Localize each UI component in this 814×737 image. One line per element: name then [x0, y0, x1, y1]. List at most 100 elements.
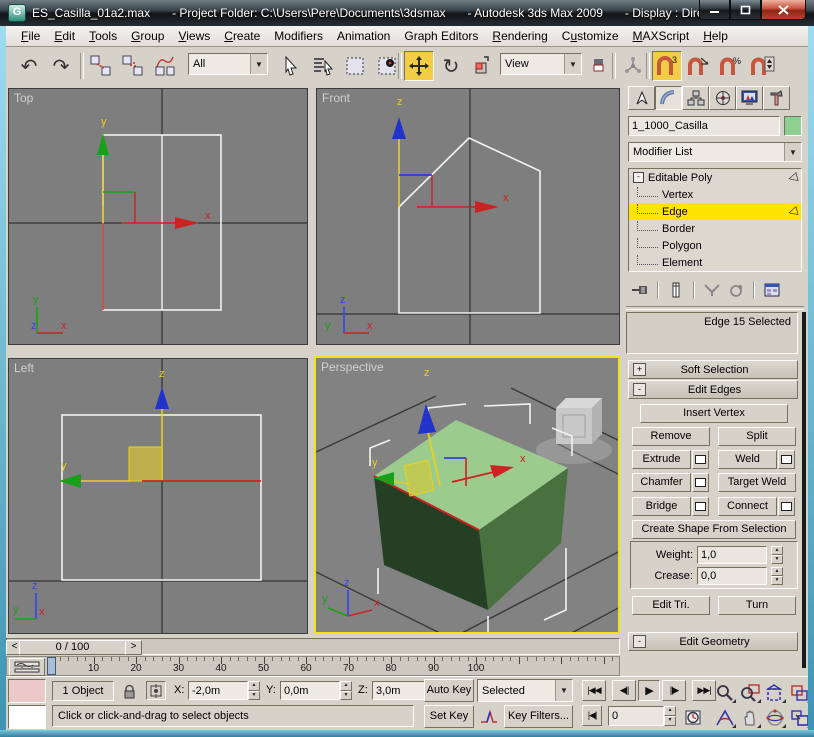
- viewport-top[interactable]: Top y x y z x: [8, 88, 308, 345]
- x-coord-field[interactable]: [188, 681, 248, 700]
- modifier-list-dropdown[interactable]: Modifier List ▼: [628, 142, 802, 162]
- stack-item-polygon[interactable]: Polygon: [629, 237, 801, 254]
- menu-graph-editors[interactable]: Graph Editors: [397, 27, 485, 45]
- stack-item-edge[interactable]: Edge ◁: [629, 203, 801, 220]
- configure-modifier-sets-icon[interactable]: [760, 280, 784, 300]
- remove-modifier-icon[interactable]: [724, 280, 748, 300]
- weld-button[interactable]: Weld: [718, 450, 777, 469]
- maxscript-mini-listener-macro[interactable]: [8, 679, 46, 703]
- time-slider-handle[interactable]: 0 / 100: [19, 640, 126, 655]
- stack-item-element[interactable]: Element: [629, 254, 801, 271]
- viewport-front-label[interactable]: Front: [322, 91, 350, 105]
- crease-field[interactable]: [697, 567, 767, 585]
- pan-view-button[interactable]: [737, 705, 763, 730]
- rollout-collapse-icon[interactable]: -: [633, 635, 646, 648]
- target-weld-button[interactable]: Target Weld: [718, 473, 796, 492]
- remove-button[interactable]: Remove: [632, 427, 710, 446]
- time-slider[interactable]: < 0 / 100 >: [6, 638, 620, 655]
- select-object-button[interactable]: [276, 51, 306, 81]
- absolute-offset-mode-toggle[interactable]: [146, 681, 166, 700]
- menu-customize[interactable]: Customize: [555, 27, 626, 45]
- tab-display[interactable]: [736, 86, 763, 110]
- previous-frame-button[interactable]: ◀||: [612, 680, 636, 701]
- weight-field[interactable]: [697, 546, 767, 564]
- auto-key-button[interactable]: Auto Key: [424, 679, 474, 702]
- arc-rotate-button[interactable]: [762, 705, 788, 730]
- select-and-rotate-button[interactable]: ↻: [436, 51, 466, 81]
- menu-modifiers[interactable]: Modifiers: [267, 27, 330, 45]
- bridge-settings-button[interactable]: [692, 497, 709, 516]
- menu-create[interactable]: Create: [217, 27, 267, 45]
- field-of-view-button[interactable]: [712, 705, 738, 730]
- crease-spinner[interactable]: ▲ ▼: [771, 567, 783, 585]
- menu-help[interactable]: Help: [696, 27, 735, 45]
- maximize-button[interactable]: [730, 0, 761, 20]
- animation-selection-dropdown[interactable]: Selected ▼: [477, 679, 573, 702]
- menu-edit[interactable]: Edit: [47, 27, 82, 45]
- select-and-move-button[interactable]: [404, 51, 434, 81]
- make-unique-icon[interactable]: [700, 280, 724, 300]
- play-button[interactable]: ▶: [638, 680, 660, 701]
- x-coord-spinner[interactable]: ▲ ▼: [248, 681, 260, 700]
- tab-utilities[interactable]: [763, 86, 790, 110]
- menu-file[interactable]: File: [14, 27, 47, 45]
- weld-settings-button[interactable]: [778, 450, 795, 469]
- tab-modify[interactable]: [655, 86, 682, 110]
- extrude-button[interactable]: Extrude: [632, 450, 691, 469]
- viewport-top-label[interactable]: Top: [14, 91, 33, 105]
- track-bar[interactable]: 0102030405060708090100: [6, 656, 620, 676]
- panel-scrollbar[interactable]: [802, 312, 806, 668]
- menu-tools[interactable]: Tools: [82, 27, 124, 45]
- reference-coordinate-system-dropdown[interactable]: View ▼: [500, 53, 582, 75]
- selection-filter-dropdown[interactable]: All ▼: [188, 53, 268, 75]
- y-coord-spinner[interactable]: ▲ ▼: [340, 681, 352, 700]
- menu-maxscript[interactable]: MAXScript: [626, 27, 697, 45]
- extrude-settings-button[interactable]: [692, 450, 709, 469]
- current-frame-field[interactable]: [608, 706, 664, 726]
- rollout-expand-icon[interactable]: +: [633, 363, 646, 376]
- rollout-collapse-icon[interactable]: -: [633, 383, 646, 396]
- snaps-toggle-3d-button[interactable]: 3: [652, 51, 682, 81]
- zoom-all-button[interactable]: [737, 680, 763, 705]
- viewport-left-label[interactable]: Left: [14, 361, 34, 375]
- rollout-edit-geometry[interactable]: - Edit Geometry: [628, 632, 798, 651]
- next-frame-arrow[interactable]: >: [125, 640, 142, 655]
- select-and-manipulate-button[interactable]: [618, 51, 648, 81]
- connect-settings-button[interactable]: [778, 497, 795, 516]
- set-key-button[interactable]: Set Key: [424, 705, 474, 728]
- viewport-perspective[interactable]: Perspective z x y z x y: [314, 356, 620, 634]
- percent-snap-toggle-button[interactable]: %: [716, 51, 746, 81]
- select-and-scale-button[interactable]: [468, 51, 498, 81]
- viewport-perspective-label[interactable]: Perspective: [321, 360, 384, 374]
- stack-item-vertex[interactable]: Vertex: [629, 186, 801, 203]
- key-mode-toggle-button[interactable]: |◀|: [582, 705, 602, 726]
- object-name-field[interactable]: [628, 116, 780, 136]
- weight-spinner[interactable]: ▲ ▼: [771, 546, 783, 564]
- chamfer-settings-button[interactable]: [692, 473, 709, 492]
- close-button[interactable]: [761, 0, 806, 20]
- rollout-edit-edges[interactable]: - Edit Edges: [628, 380, 798, 399]
- stack-item-border[interactable]: Border: [629, 220, 801, 237]
- title-bar[interactable]: G ES_Casilla_01a2.max - Project Folder: …: [0, 0, 814, 26]
- frame-spinner[interactable]: ▲ ▼: [664, 706, 676, 726]
- redo-button[interactable]: ↷: [46, 51, 76, 81]
- menu-views[interactable]: Views: [171, 27, 217, 45]
- selection-lock-toggle[interactable]: [120, 682, 138, 700]
- chamfer-button[interactable]: Chamfer: [632, 473, 691, 492]
- open-mini-curve-editor-button[interactable]: [9, 658, 45, 676]
- key-filters-button[interactable]: Key Filters...: [504, 705, 573, 728]
- select-by-name-button[interactable]: [308, 51, 338, 81]
- object-color-swatch[interactable]: [784, 116, 802, 136]
- connect-button[interactable]: Connect: [718, 497, 777, 516]
- rollout-soft-selection[interactable]: + Soft Selection: [628, 360, 798, 379]
- zoom-extents-button[interactable]: [762, 680, 788, 705]
- unlink-selection-button[interactable]: [118, 51, 148, 81]
- stack-expander-icon[interactable]: -: [633, 172, 644, 183]
- pin-stack-icon[interactable]: [628, 280, 652, 300]
- spinner-snap-toggle-button[interactable]: [748, 51, 778, 81]
- default-tangent-icon[interactable]: [477, 705, 501, 728]
- rectangular-selection-region-button[interactable]: [340, 51, 370, 81]
- bind-to-space-warp-button[interactable]: [150, 51, 180, 81]
- tab-create[interactable]: [628, 86, 655, 110]
- create-shape-from-selection-button[interactable]: Create Shape From Selection: [632, 520, 796, 539]
